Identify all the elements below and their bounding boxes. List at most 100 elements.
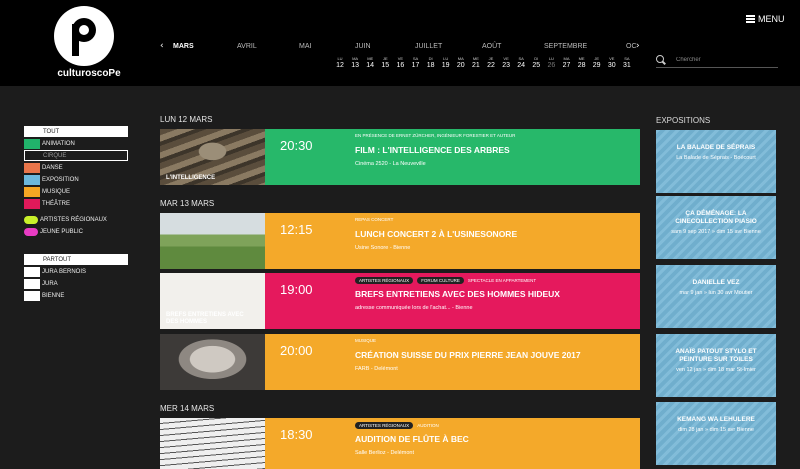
filter-swatch [24,278,40,289]
filter-item[interactable]: BIENNE [24,290,128,301]
filter-item[interactable]: MUSIQUE [24,186,128,197]
exposition-card[interactable]: KEMANG WA LEHULERE dim 28 jan » dim 15 av… [656,402,776,465]
event-thumbnail[interactable]: L'INTELLIGENCE [160,129,265,185]
search-box [656,54,778,68]
event-location: FARB - Delémont [355,366,398,372]
search-icon[interactable] [656,55,664,63]
calendar-day[interactable]: ME 21 [469,56,483,70]
exposition-card[interactable]: ÇA DÉMÉNAGE: LA CINECOLLECTION PIASIO sam… [656,196,776,259]
exposition-card[interactable]: DANIELLE VEZ mar 9 jan » lun 30 avr Mouti… [656,265,776,328]
calendar-day[interactable]: LU 26 [544,56,558,70]
event-title[interactable]: BREFS ENTRETIENS AVEC DES HOMMES HIDEUX [355,289,560,299]
calendar-day[interactable]: JE 22 [484,56,498,70]
event-card[interactable]: BREFS ENTRETIENS AVEC DES HOMMES 19:00 ART… [160,273,640,329]
day-number: 31 [622,62,631,69]
month-tab[interactable]: AVRIL [237,43,257,50]
culturoscope-logo[interactable]: culturoscoPe [50,6,128,80]
category-filters: TOUT ANIMATION CIRQUE DANSE EXPOSITION MUSIQU… [24,126,128,210]
calendar-day[interactable]: LU 12 [333,56,347,70]
event-thumbnail[interactable] [160,213,265,269]
calendar-day[interactable]: MA 13 [348,56,362,70]
exposition-card[interactable]: ANAÏS PATOUT STYLO ET PEINTURE SUR TOILE… [656,334,776,397]
calendar-prev-icon[interactable]: ‹ [160,41,164,51]
event-thumbnail[interactable] [160,418,265,469]
event-time: 20:30 [280,138,313,153]
event-location: adresse communiquée lors de l'achat... -… [355,305,473,311]
event-tag[interactable]: ARTISTES RÉGIONAUX [355,277,414,284]
filter-item[interactable]: JURA BERNOIS [24,266,128,277]
event-card[interactable]: 18:30 ARTISTES RÉGIONAUX AUDITION AUDITION … [160,418,640,469]
month-tab[interactable]: MAI [299,43,311,50]
month-tab[interactable]: JUIN [355,43,371,50]
event-thumbnail[interactable]: BREFS ENTRETIENS AVEC DES HOMMES [160,273,265,329]
filter-label: EXPOSITION [42,176,79,183]
month-tab[interactable]: OC [626,43,637,50]
menu-button[interactable]: MENU [746,14,785,24]
event-category: EN PRÉSENCE DE ERNST ZÜRCHER, INGÉNIEUR … [355,133,516,138]
calendar-day[interactable]: DI 18 [424,56,438,70]
calendar-day[interactable]: MA 20 [454,56,468,70]
event-time: 19:00 [280,282,313,297]
month-tab[interactable]: JUILLET [415,43,442,50]
event-thumbnail[interactable] [160,334,265,390]
filter-item[interactable]: THÉÂTRE [24,198,128,209]
event-card[interactable]: 20:00 MUSIQUE CRÉATION SUISSE DU PRIX PIER… [160,334,640,390]
day-number: 22 [487,62,495,69]
filter-item[interactable]: DANSE [24,162,128,173]
menu-label: MENU [758,14,785,24]
filter-item[interactable]: JEUNE PUBLIC [24,226,128,237]
month-tab[interactable]: SEPTEMBRE [544,43,587,50]
calendar-day[interactable]: JE 15 [378,56,392,70]
filter-item[interactable]: PARTOUT [24,254,128,265]
calendar-day[interactable]: SA 31 [620,56,634,70]
filter-item[interactable]: TOUT [24,126,128,137]
filter-item[interactable]: ANIMATION [24,138,128,149]
event-title[interactable]: AUDITION DE FLÛTE À BEC [355,434,469,444]
exposition-card[interactable]: LA BALADE DE SÉPRAIS La Balade de Séprais… [656,130,776,193]
event-title[interactable]: LUNCH CONCERT 2 À L'USINESONORE [355,229,517,239]
event-tag[interactable]: FORUM CULTURE [417,277,464,284]
calendar-day[interactable]: VE 23 [499,56,513,70]
filter-item[interactable]: EXPOSITION [24,174,128,185]
day-number: 17 [411,62,420,69]
calendar-day[interactable]: SA 17 [409,56,423,70]
day-header: LUN 12 MARS [160,115,213,124]
calendar-next-icon[interactable]: › [636,41,640,51]
day-number: 25 [532,62,541,69]
calendar-day[interactable]: VE 30 [605,56,619,70]
event-title[interactable]: CRÉATION SUISSE DU PRIX PIERRE JEAN JOUV… [355,350,581,360]
event-time: 12:15 [280,222,313,237]
filter-label: BIENNE [42,292,65,299]
calendar-day[interactable]: ME 28 [575,56,589,70]
logo-wordmark: culturoscoPe [57,68,121,79]
month-tab[interactable]: AOÛT [482,43,501,50]
search-input[interactable] [676,54,776,66]
event-card[interactable]: L'INTELLIGENCE 20:30 EN PRÉSENCE DE ERNST … [160,129,640,185]
event-card[interactable]: 12:15 REPAS CONCERT LUNCH CONCERT 2 À L'US… [160,213,640,269]
event-category-row: MUSIQUE [355,338,376,343]
day-number: 16 [396,62,405,69]
calendar-day[interactable]: ME 14 [363,56,377,70]
exposition-title: ANAÏS PATOUT STYLO ET PEINTURE SUR TOILE… [675,348,757,363]
exposition-detail: ven 12 jan » dim 18 mar St-Imier [676,367,756,373]
calendar-day[interactable]: MA 27 [560,56,574,70]
filter-item[interactable]: ARTISTES RÉGIONAUX [24,214,128,225]
calendar-day[interactable]: DI 25 [529,56,543,70]
filter-item[interactable]: CIRQUE [24,150,128,161]
filter-swatch [24,266,40,277]
month-tab[interactable]: MARS [173,43,194,50]
day-number: 27 [562,62,571,69]
day-number: 30 [607,62,616,69]
filter-item[interactable]: JURA [24,278,128,289]
thumbnail-caption: L'INTELLIGENCE [166,175,216,181]
calendar-day[interactable]: VE 16 [393,56,407,70]
calendar-day[interactable]: SA 24 [514,56,528,70]
filter-swatch [24,290,40,301]
calendar-day[interactable]: JE 29 [590,56,604,70]
exposition-detail: dim 28 jan » dim 15 avr Bienne [678,427,754,433]
event-title[interactable]: FILM : L'INTELLIGENCE DES ARBRES [355,145,510,155]
event-tag[interactable]: ARTISTES RÉGIONAUX [355,422,414,429]
filter-swatch [24,162,40,173]
filter-label: JURA BERNOIS [42,268,87,275]
calendar-day[interactable]: LU 19 [439,56,453,70]
